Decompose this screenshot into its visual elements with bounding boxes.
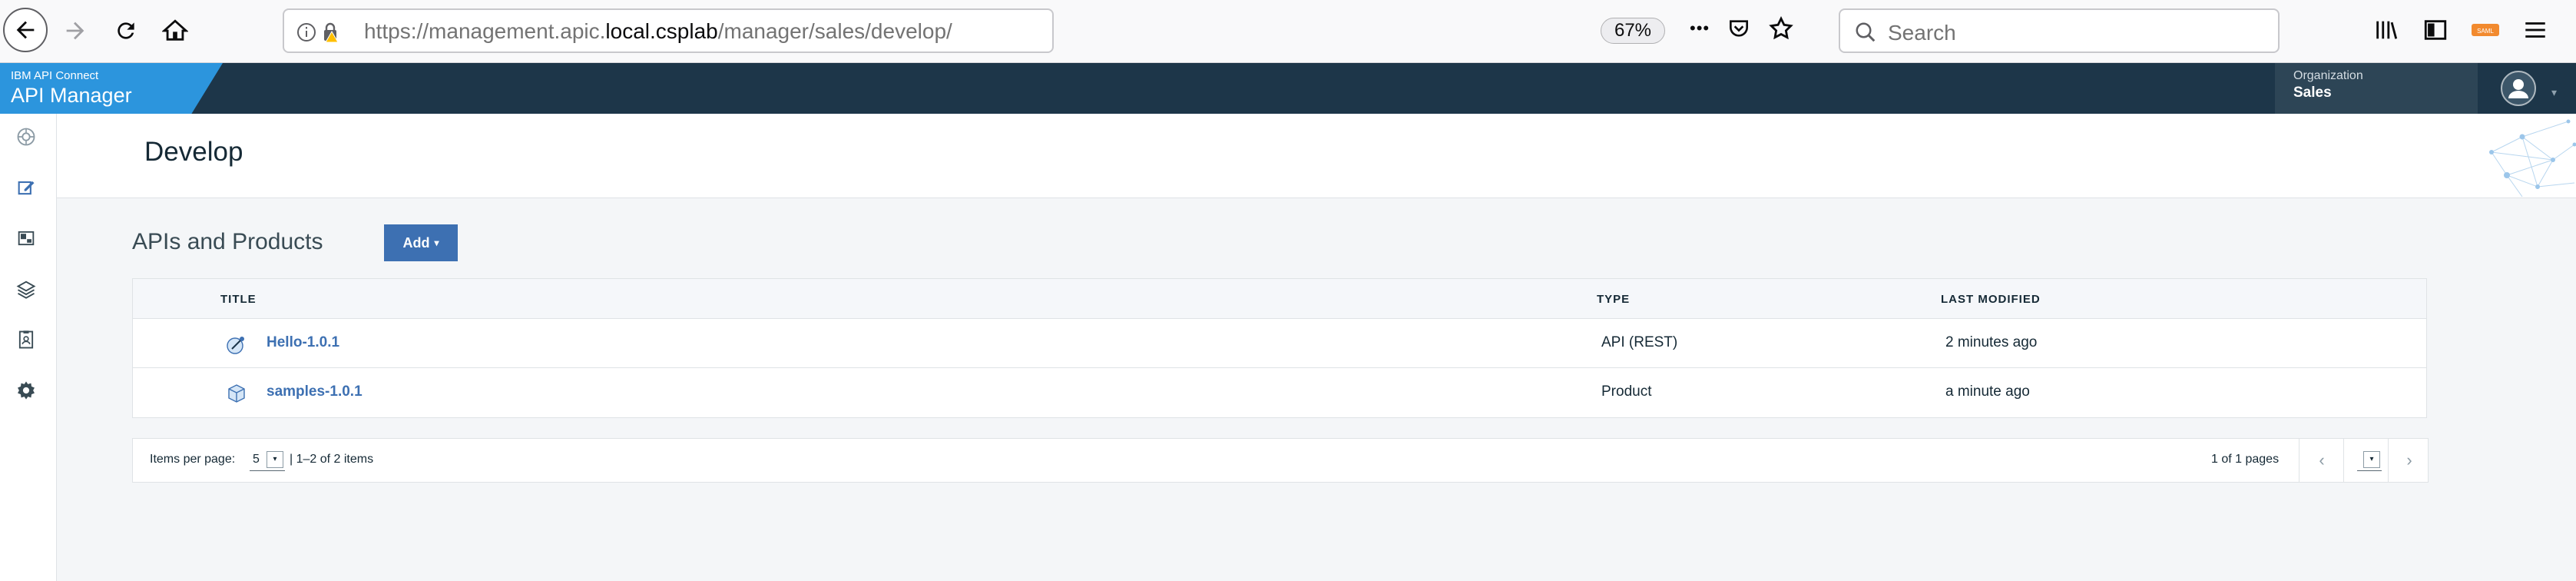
nav-home[interactable] [14, 124, 38, 149]
edit-icon [18, 181, 35, 195]
bookmark-star-icon[interactable] [1768, 15, 1794, 42]
brand-logo[interactable]: IBM API Connect API Manager [0, 63, 223, 114]
nav-settings[interactable] [14, 378, 38, 403]
row-title-link[interactable]: samples-1.0.1 [267, 383, 363, 400]
row-last-modified: a minute ago [1945, 383, 2030, 400]
zoom-indicator[interactable]: 67% [1601, 18, 1665, 44]
section-title: APIs and Products [132, 229, 323, 254]
app-header: IBM API Connect API Manager Organization… [0, 63, 2576, 114]
decorative-network-graphic [2489, 119, 2576, 198]
organization-selector[interactable]: Organization Sales [2275, 63, 2478, 114]
nav-manage[interactable] [14, 226, 38, 251]
arrow-left-icon [16, 21, 35, 39]
row-title-link[interactable]: Hello-1.0.1 [267, 334, 339, 351]
items-per-page-label: Items per page: [150, 453, 236, 466]
reload-button[interactable] [104, 9, 147, 52]
divider [2343, 439, 2344, 482]
hamburger-menu-icon[interactable] [2522, 17, 2548, 43]
dashboard-icon [17, 128, 35, 146]
left-navigation [0, 114, 57, 581]
items-per-page-select[interactable]: 5 ▾ [250, 448, 285, 471]
url-path: /manager/sales/develop/ [717, 19, 952, 43]
column-header-title[interactable]: TITLE [220, 293, 257, 306]
api-icon [227, 337, 244, 354]
user-icon [2508, 79, 2528, 98]
column-header-type[interactable]: TYPE [1597, 293, 1630, 306]
url-prefix: https://management.apic. [364, 19, 606, 43]
search-bar[interactable]: Search [1839, 8, 2280, 53]
column-header-last-modified[interactable]: LAST MODIFIED [1941, 293, 2041, 306]
caret-down-icon: ▾ [2363, 451, 2380, 468]
add-button[interactable]: Add ▾ [384, 224, 458, 261]
url-host: local.csplab [605, 19, 718, 43]
user-avatar[interactable] [2501, 71, 2536, 106]
organization-value: Sales [2293, 85, 2332, 101]
url-text[interactable]: https://management.apic.local.csplab/man… [364, 19, 952, 44]
row-last-modified: 2 minutes ago [1945, 334, 2038, 350]
layers-icon [16, 281, 36, 299]
table-row[interactable]: Hello-1.0.1 API (REST) 2 minutes ago [133, 319, 2426, 368]
divider [2299, 439, 2300, 482]
user-menu-caret-icon[interactable]: ▾ [2551, 86, 2557, 99]
row-type: Product [1601, 383, 1652, 400]
items-per-page-value: 5 [253, 453, 260, 466]
page-title: Develop [144, 137, 243, 167]
id-badge-icon [18, 330, 34, 349]
chevron-right-icon: › [2406, 450, 2412, 470]
page-actions-menu-icon[interactable]: ••• [1690, 18, 1710, 38]
svg-text:SAML: SAML [2477, 28, 2494, 35]
nav-resources[interactable] [14, 277, 38, 301]
search-placeholder: Search [1888, 21, 1956, 45]
catalog-icon [18, 231, 35, 246]
gear-icon [18, 381, 35, 400]
next-page-button[interactable]: › [2394, 447, 2425, 474]
page-count: 1 of 1 pages [2211, 453, 2280, 466]
browser-toolbar-right: SAML [2373, 17, 2548, 43]
search-icon [1856, 22, 1876, 42]
product-icon [228, 384, 245, 403]
page-number-select[interactable]: ▾ [2357, 450, 2382, 471]
forward-button[interactable] [54, 9, 97, 52]
reload-icon [118, 22, 134, 39]
caret-down-icon: ▾ [434, 237, 439, 248]
home-button[interactable] [154, 9, 197, 52]
organization-label: Organization [2293, 69, 2363, 82]
add-button-label: Add [402, 234, 430, 251]
row-type: API (REST) [1601, 334, 1678, 350]
caret-down-icon: ▾ [267, 451, 283, 468]
home-icon [162, 19, 188, 41]
apis-products-table: TITLE TYPE LAST MODIFIED Hello-1.0.1 API… [132, 278, 2427, 418]
nav-members[interactable] [14, 327, 38, 352]
browser-toolbar: https://management.apic.local.csplab/man… [0, 0, 2576, 63]
items-range: | 1–2 of 2 items [290, 453, 374, 466]
brand-title: API Manager [11, 84, 132, 107]
pocket-icon[interactable] [1727, 16, 1751, 41]
back-button[interactable] [3, 8, 48, 52]
url-bar[interactable]: https://management.apic.local.csplab/man… [283, 8, 1054, 53]
page-header: Develop [57, 114, 2576, 198]
saml-extension-icon[interactable]: SAML [2472, 22, 2499, 38]
chevron-left-icon: ‹ [2319, 450, 2325, 470]
sidebar-icon[interactable] [2422, 17, 2449, 43]
divider [2388, 439, 2389, 482]
brand-product: IBM API Connect [11, 69, 99, 82]
nav-develop[interactable] [14, 175, 38, 200]
library-icon[interactable] [2373, 17, 2399, 43]
site-info-icon[interactable] [296, 21, 343, 44]
previous-page-button[interactable]: ‹ [2306, 447, 2337, 474]
url-actions: ••• [1690, 15, 1794, 42]
pagination: Items per page: 5 ▾ | 1–2 of 2 items 1 o… [132, 438, 2429, 483]
arrow-right-icon [66, 22, 84, 40]
table-row[interactable]: samples-1.0.1 Product a minute ago [133, 368, 2426, 417]
table-header: TITLE TYPE LAST MODIFIED [133, 279, 2426, 319]
